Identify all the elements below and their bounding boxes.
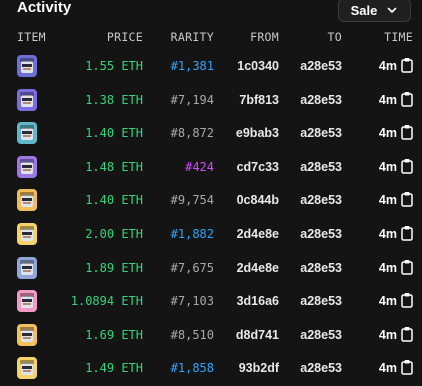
rarity-rank[interactable]: #424 <box>185 160 214 174</box>
to-address[interactable]: a28e53 <box>300 160 342 174</box>
price-value: 1.38 ETH <box>85 93 143 107</box>
rarity-rank[interactable]: #7,675 <box>171 261 214 275</box>
nft-avatar[interactable] <box>17 55 37 77</box>
time-ago: 4m <box>378 361 397 375</box>
time-ago: 4m <box>378 261 397 275</box>
from-address[interactable]: 1c0340 <box>237 59 279 73</box>
to-address[interactable]: a28e53 <box>300 193 342 207</box>
nft-avatar[interactable] <box>17 324 37 346</box>
table-row[interactable]: 1.55 ETH #1,381 1c0340 a28e53 4m <box>0 50 422 84</box>
clipboard-icon[interactable] <box>401 158 413 174</box>
nft-avatar[interactable] <box>17 156 37 178</box>
price-value: 1.89 ETH <box>85 261 143 275</box>
price-value: 1.40 ETH <box>85 193 143 207</box>
to-address[interactable]: a28e53 <box>300 361 342 375</box>
time-ago: 4m <box>378 93 397 107</box>
nft-avatar[interactable] <box>17 290 37 312</box>
time-ago: 4m <box>378 160 397 174</box>
nft-avatar[interactable] <box>17 357 37 379</box>
from-address[interactable]: 3d16a6 <box>237 294 279 308</box>
price-value: 1.49 ETH <box>85 361 143 375</box>
rarity-rank[interactable]: #1,381 <box>171 59 214 73</box>
column-price: PRICE <box>106 30 143 44</box>
price-value: 1.48 ETH <box>85 160 143 174</box>
time-ago: 4m <box>378 294 397 308</box>
price-value: 1.0894 ETH <box>70 294 143 308</box>
time-ago: 4m <box>378 227 397 241</box>
rarity-rank[interactable]: #8,872 <box>171 126 214 140</box>
column-to: TO <box>327 30 342 44</box>
clipboard-icon[interactable] <box>401 225 413 241</box>
time-ago: 4m <box>378 193 397 207</box>
price-value: 1.55 ETH <box>85 59 143 73</box>
rarity-rank[interactable]: #7,103 <box>171 294 214 308</box>
table-row[interactable]: 1.0894 ETH #7,103 3d16a6 a28e53 4m <box>0 285 422 319</box>
to-address[interactable]: a28e53 <box>300 294 342 308</box>
table-row[interactable]: 1.40 ETH #9,754 0c844b a28e53 4m <box>0 184 422 218</box>
from-address[interactable]: cd7c33 <box>237 160 279 174</box>
price-value: 1.40 ETH <box>85 126 143 140</box>
table-row[interactable]: 1.49 ETH #1,858 93b2df a28e53 4m <box>0 352 422 386</box>
nft-avatar[interactable] <box>17 122 37 144</box>
sale-filter-dropdown[interactable]: Sale <box>338 0 411 22</box>
from-address[interactable]: 0c844b <box>237 193 279 207</box>
nft-avatar[interactable] <box>17 223 37 245</box>
clipboard-icon[interactable] <box>401 259 413 275</box>
to-address[interactable]: a28e53 <box>300 93 342 107</box>
clipboard-icon[interactable] <box>401 292 413 308</box>
clipboard-icon[interactable] <box>401 57 413 73</box>
rarity-rank[interactable]: #8,510 <box>171 328 214 342</box>
rarity-rank[interactable]: #1,858 <box>171 361 214 375</box>
page-title: Activity <box>17 0 72 16</box>
clipboard-icon[interactable] <box>401 124 413 140</box>
time-ago: 4m <box>378 59 397 73</box>
from-address[interactable]: d8d741 <box>236 328 279 342</box>
filter-label: Sale <box>350 2 378 18</box>
clipboard-icon[interactable] <box>401 359 413 375</box>
nft-avatar[interactable] <box>17 89 37 111</box>
rarity-rank[interactable]: #7,194 <box>171 93 214 107</box>
nft-avatar[interactable] <box>17 189 37 211</box>
time-ago: 4m <box>378 126 397 140</box>
table-row[interactable]: 1.48 ETH #424 cd7c33 a28e53 4m <box>0 151 422 185</box>
table-row[interactable]: 1.89 ETH #7,675 2d4e8e a28e53 4m <box>0 252 422 286</box>
clipboard-icon[interactable] <box>401 326 413 342</box>
clipboard-icon[interactable] <box>401 191 413 207</box>
from-address[interactable]: e9bab3 <box>236 126 279 140</box>
chevron-down-icon <box>388 7 397 13</box>
table-row[interactable]: 1.69 ETH #8,510 d8d741 a28e53 4m <box>0 319 422 353</box>
from-address[interactable]: 2d4e8e <box>237 227 279 241</box>
to-address[interactable]: a28e53 <box>300 227 342 241</box>
to-address[interactable]: a28e53 <box>300 59 342 73</box>
column-from: FROM <box>250 30 279 44</box>
table-row[interactable]: 1.38 ETH #7,194 7bf813 a28e53 4m <box>0 84 422 118</box>
table-row[interactable]: 1.40 ETH #8,872 e9bab3 a28e53 4m <box>0 117 422 151</box>
column-item: ITEM <box>17 30 46 44</box>
clipboard-icon[interactable] <box>401 91 413 107</box>
from-address[interactable]: 2d4e8e <box>237 261 279 275</box>
to-address[interactable]: a28e53 <box>300 328 342 342</box>
table-row[interactable]: 2.00 ETH #1,882 2d4e8e a28e53 4m <box>0 218 422 252</box>
price-value: 2.00 ETH <box>85 227 143 241</box>
activity-header: Activity Sale <box>0 0 422 26</box>
column-time: TIME <box>384 30 413 44</box>
price-value: 1.69 ETH <box>85 328 143 342</box>
to-address[interactable]: a28e53 <box>300 126 342 140</box>
rarity-rank[interactable]: #1,882 <box>171 227 214 241</box>
nft-avatar[interactable] <box>17 257 37 279</box>
to-address[interactable]: a28e53 <box>300 261 342 275</box>
table-header: ITEM PRICE RARITY FROM TO TIME <box>0 30 422 46</box>
from-address[interactable]: 7bf813 <box>239 93 279 107</box>
rarity-rank[interactable]: #9,754 <box>171 193 214 207</box>
time-ago: 4m <box>378 328 397 342</box>
from-address[interactable]: 93b2df <box>239 361 279 375</box>
column-rarity: RARITY <box>170 30 214 44</box>
